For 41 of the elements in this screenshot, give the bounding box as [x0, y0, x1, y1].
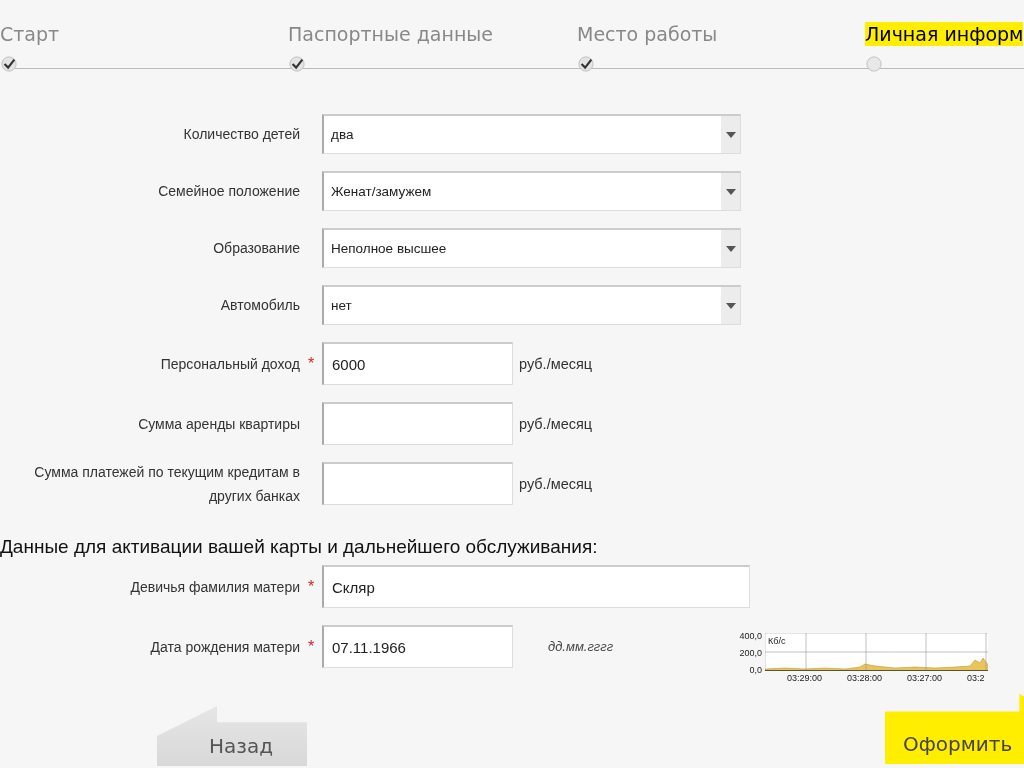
caret-icon: [725, 302, 736, 309]
field-label: Девичья фамилия матери: [130, 578, 300, 595]
axis-label: 400,0: [738, 630, 762, 641]
axis-label: 03:27:00: [907, 672, 944, 683]
unit-label: Кб/с: [768, 635, 786, 646]
axis-label: 200,0: [738, 647, 762, 658]
caret-icon: [725, 245, 736, 252]
input-field[interactable]: 07.11.1966: [322, 625, 513, 668]
field-label: Образование: [213, 240, 300, 256]
submit-button[interactable]: Оформить: [885, 694, 1024, 764]
field-label: Автомобиль: [220, 297, 300, 313]
unit-label: руб./месяц: [519, 475, 593, 492]
dropdown-field[interactable]: Неполное высшее: [322, 228, 741, 268]
required-mark: *: [307, 354, 315, 372]
input-field[interactable]: [322, 402, 513, 445]
field-label: Персональный доход: [160, 355, 300, 372]
field-label: Семейное положение: [158, 183, 300, 199]
back-button[interactable]: Назад: [157, 706, 307, 766]
dropdown-field[interactable]: два: [322, 114, 741, 154]
section-title: Данные для активации вашей карты и дальнейшего обслуживания:: [0, 535, 599, 559]
axis-label: 0,0: [748, 664, 762, 675]
caret-icon: [725, 188, 736, 195]
axis-label: 03:29:00: [787, 672, 824, 683]
field-label: Дата рождения матери: [150, 638, 300, 655]
required-mark: *: [307, 577, 315, 595]
field-label: Сумма платежей по текущим кредитам в других банках: [34, 463, 300, 504]
input-field[interactable]: Скляр: [322, 565, 750, 608]
unit-label: руб./месяц: [519, 415, 593, 432]
field-label: Сумма аренды квартиры: [138, 415, 300, 432]
input-field[interactable]: 6000: [322, 342, 513, 385]
format-hint: дд.мм.гггг: [548, 639, 615, 654]
step-label[interactable]: Личная информ: [865, 22, 1024, 46]
dropdown-field[interactable]: нет: [322, 285, 741, 325]
input-field[interactable]: [322, 462, 513, 505]
caret-icon: [725, 131, 736, 138]
unit-label: руб./месяц: [519, 355, 593, 372]
axis-label: 03:28:00: [847, 672, 884, 683]
axis-label: 03:2: [967, 672, 986, 683]
field-label: Количество детей: [183, 126, 300, 142]
required-mark: *: [307, 637, 315, 655]
dropdown-field[interactable]: Женат/замужем: [322, 171, 741, 211]
